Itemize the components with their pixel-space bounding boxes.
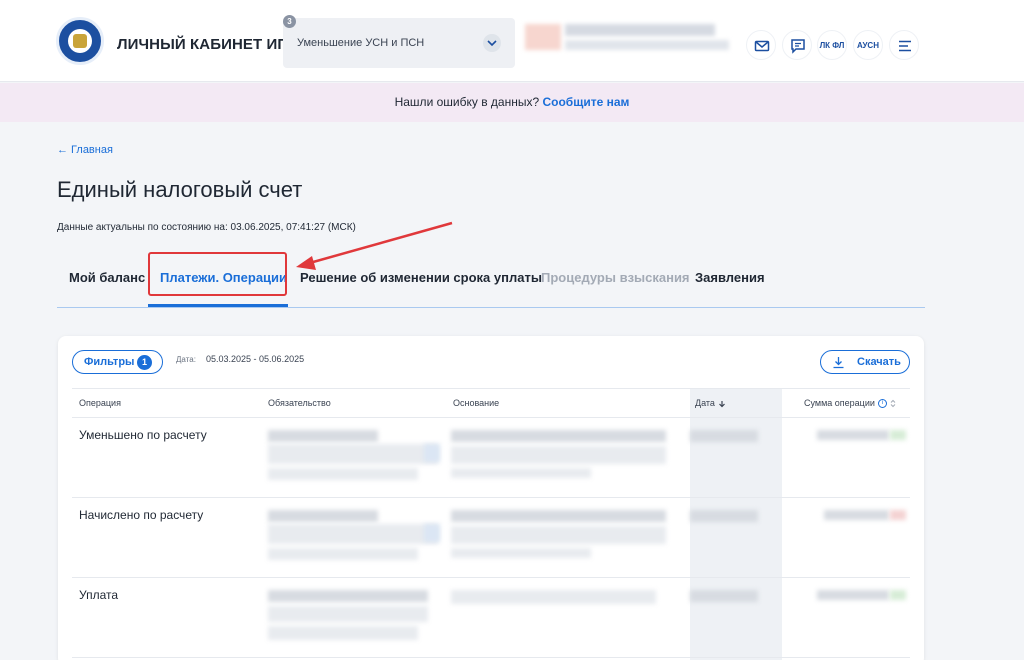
menu-icon[interactable] — [889, 30, 919, 60]
lk-fl-link[interactable]: ЛК ФЛ — [817, 30, 847, 60]
fns-logo[interactable] — [56, 17, 104, 65]
column-amount-label: Сумма операции — [804, 398, 875, 408]
obligation-blurred — [424, 444, 440, 462]
operation-label: Уменьшено по расчету — [79, 428, 207, 442]
amount-status-blurred — [890, 590, 906, 600]
logo-emblem — [68, 29, 92, 53]
selector-value: Уменьшение УСН и ПСН — [297, 37, 425, 49]
info-icon[interactable]: i — [877, 399, 887, 409]
obligation-blurred — [268, 606, 428, 622]
basis-blurred — [451, 548, 591, 558]
obligation-blurred — [268, 524, 438, 544]
date-filter-value[interactable]: 05.03.2025 - 05.06.2025 — [206, 354, 304, 364]
column-date[interactable]: Дата — [695, 398, 726, 408]
brand-title: ЛИЧНЫЙ КАБИНЕТ ИП — [117, 36, 289, 53]
date-filter-label: Дата: — [176, 355, 196, 364]
operations-card: Фильтры 1 Дата: 05.03.2025 - 05.06.2025 … — [58, 336, 924, 660]
column-operation: Операция — [79, 398, 121, 408]
basis-blurred — [451, 510, 666, 522]
obligation-blurred — [268, 510, 378, 522]
user-inn-blurred — [565, 40, 729, 50]
filters-button[interactable]: Фильтры 1 — [72, 350, 163, 374]
column-amount[interactable]: Сумма операции i — [804, 398, 896, 409]
tab-my-balance[interactable]: Мой баланс — [69, 270, 145, 285]
notice-text: Нашли ошибку в данных? — [394, 95, 543, 109]
date-blurred — [690, 510, 758, 522]
amount-blurred — [817, 590, 889, 600]
error-report-notice: Нашли ошибку в данных? Сообщите нам — [0, 83, 1024, 122]
basis-blurred — [451, 468, 591, 478]
basis-blurred — [451, 590, 656, 604]
ausn-link[interactable]: АУСН — [853, 30, 883, 60]
table-row[interactable]: Уплата — [72, 578, 910, 658]
tab-collection-procedures[interactable]: Процедуры взыскания — [541, 270, 690, 285]
annotation-highlight-box — [148, 252, 287, 296]
data-timestamp: Данные актуальны по состоянию на: 03.06.… — [57, 222, 356, 233]
filters-count-badge: 1 — [137, 355, 152, 370]
top-header: ЛИЧНЫЙ КАБИНЕТ ИП 3 Уменьшение УСН и ПСН… — [0, 0, 1024, 82]
active-tab-indicator — [148, 304, 288, 307]
amount-status-blurred — [890, 430, 906, 440]
obligation-blurred — [268, 444, 438, 464]
table-row[interactable]: Начислено по расчету — [72, 498, 910, 578]
mail-icon[interactable] — [746, 30, 776, 60]
table-header: Операция Обязательство Основание Дата Су… — [72, 388, 910, 418]
tab-payment-deadline-decision[interactable]: Решение об изменении срока уплаты — [300, 270, 542, 285]
date-blurred — [690, 430, 758, 442]
user-name-blurred — [565, 24, 715, 36]
download-label: Скачать — [857, 356, 901, 368]
selector-count-badge: 3 — [283, 15, 296, 28]
obligation-blurred — [268, 548, 418, 560]
obligation-blurred — [268, 430, 378, 442]
amount-blurred — [817, 430, 889, 440]
table-row[interactable]: Уменьшено по расчету — [72, 418, 910, 498]
operation-label: Начислено по расчету — [79, 508, 204, 522]
eagle-icon — [73, 34, 87, 48]
sort-icon[interactable] — [890, 399, 896, 408]
column-obligation: Обязательство — [268, 398, 331, 408]
breadcrumb-home-link[interactable]: ← Главная — [57, 144, 113, 156]
column-basis: Основание — [453, 398, 500, 408]
amount-status-blurred — [890, 510, 906, 520]
download-icon — [833, 357, 844, 369]
obligation-blurred — [424, 524, 440, 542]
basis-blurred — [451, 446, 666, 464]
date-blurred — [690, 590, 758, 602]
basis-blurred — [451, 526, 666, 544]
filters-label: Фильтры — [84, 356, 135, 368]
obligation-blurred — [268, 590, 428, 602]
operation-label: Уплата — [79, 588, 119, 602]
sort-desc-icon[interactable] — [718, 400, 726, 408]
chevron-down-icon[interactable] — [483, 34, 501, 52]
user-avatar-blurred — [525, 24, 561, 50]
basis-blurred — [451, 430, 666, 442]
page-title: Единый налоговый счет — [57, 177, 303, 202]
tab-applications[interactable]: Заявления — [695, 270, 765, 285]
download-button[interactable]: Скачать — [820, 350, 910, 374]
report-link[interactable]: Сообщите нам — [542, 95, 629, 109]
obligation-blurred — [268, 626, 418, 640]
column-date-label: Дата — [695, 398, 715, 408]
obligation-blurred — [268, 468, 418, 480]
user-info-blurred — [525, 18, 731, 54]
amount-blurred — [824, 510, 889, 520]
chat-icon[interactable] — [782, 30, 812, 60]
